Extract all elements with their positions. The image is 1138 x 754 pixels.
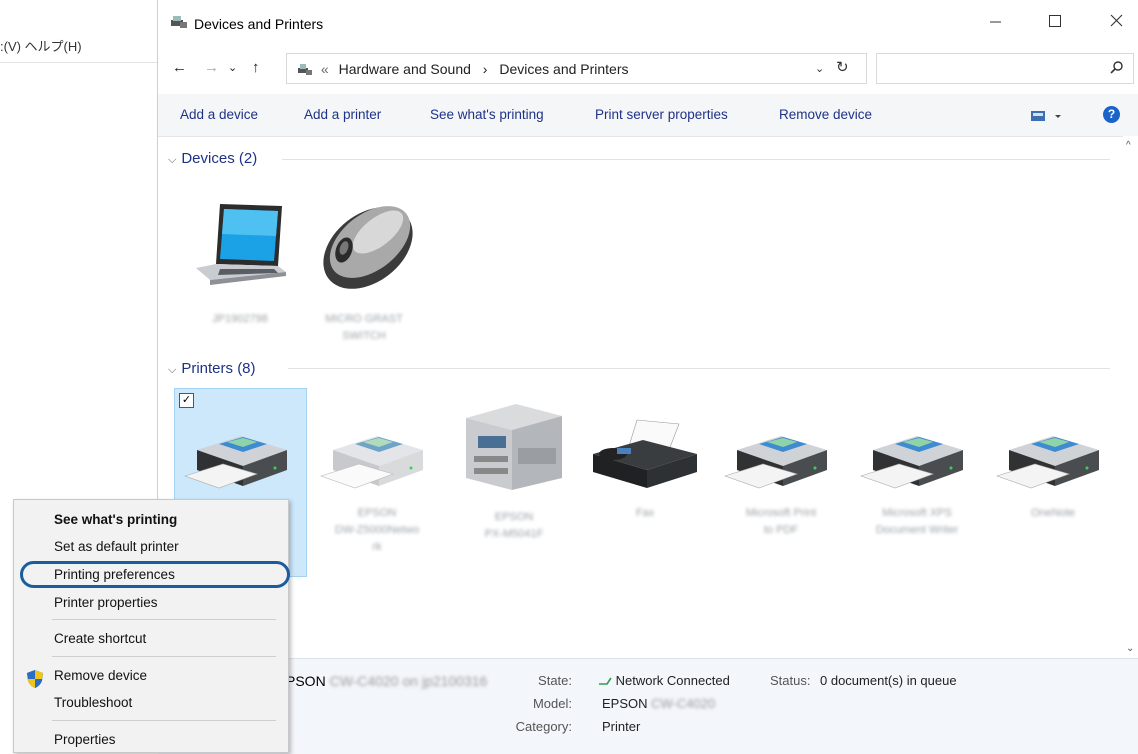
- devices-printers-icon: [171, 16, 187, 28]
- state-value: Network Connected: [598, 673, 730, 688]
- address-row: ← → ⌄ ↑ « Hardware and Sound › Devices a…: [158, 50, 1138, 86]
- fax-icon: [593, 419, 697, 488]
- chevron-down-icon: ⌵: [168, 154, 177, 166]
- printers-group-header[interactable]: ⌵ Printers (8): [168, 360, 256, 377]
- printer-item[interactable]: OneNote: [994, 414, 1112, 522]
- category-value: Printer: [602, 719, 641, 734]
- printers-group-divider: [288, 368, 1110, 369]
- printer-icon: [724, 436, 827, 489]
- search-icon: [1110, 61, 1123, 74]
- search-input[interactable]: [876, 53, 1134, 84]
- printing-preferences-highlight-ring: [20, 561, 290, 588]
- vertical-scrollbar[interactable]: ^ ⌄: [1123, 136, 1138, 658]
- menu-item-set-default-printer[interactable]: Set as default printer: [54, 539, 179, 554]
- devices-group-title: Devices (2): [181, 150, 258, 167]
- state-label: State:: [538, 673, 572, 688]
- devices-group-header[interactable]: ⌵ Devices (2): [168, 150, 257, 167]
- address-dropdown-button[interactable]: ⌄: [815, 62, 824, 75]
- menu-item-troubleshoot[interactable]: Troubleshoot: [54, 695, 132, 710]
- control-panel-icon: [298, 64, 312, 75]
- device-label: MICRO GRAST SWITCH: [325, 313, 403, 342]
- printer-label: Microsoft XPS Document Writer: [875, 507, 959, 536]
- selected-device-name: PSON CW-C4020 on jp2100316: [286, 673, 488, 689]
- uac-shield-icon: [27, 670, 43, 688]
- device-laptop[interactable]: JP1902798: [181, 196, 299, 328]
- printer-item[interactable]: Microsoft Print to PDF: [722, 414, 840, 539]
- title-bar: Devices and Printers: [158, 0, 1138, 44]
- help-button[interactable]: ?: [1103, 106, 1120, 123]
- model-label: Model:: [532, 696, 572, 711]
- minimize-icon: [990, 21, 1001, 23]
- category-label: Category:: [515, 719, 572, 734]
- printer-label: Microsoft Print to PDF: [745, 507, 817, 536]
- laptop-icon: [196, 204, 286, 285]
- devices-and-printers-window: Devices and Printers ← → ⌄ ↑ « Hardware …: [157, 0, 1138, 754]
- scroll-down-button[interactable]: ⌄: [1126, 643, 1134, 654]
- menu-item-create-shortcut[interactable]: Create shortcut: [54, 631, 146, 646]
- maximize-button[interactable]: [1040, 10, 1070, 34]
- printer-item[interactable]: EPSON DW-Z5000Netwo rk: [318, 414, 436, 556]
- printer-label: EPSON PX-M5041F: [484, 511, 544, 540]
- printer-icon: [184, 436, 287, 489]
- model-value: EPSON CW-C4020: [602, 696, 716, 711]
- command-bar: Add a device Add a printer See what's pr…: [158, 94, 1138, 137]
- printer-item[interactable]: Fax: [586, 414, 704, 522]
- printer-label: EPSON DW-Z5000Netwo rk: [334, 507, 420, 553]
- print-server-properties-button[interactable]: Print server properties: [595, 107, 728, 122]
- selection-checkbox[interactable]: ✓: [179, 393, 194, 408]
- menu-item-printer-properties[interactable]: Printer properties: [54, 595, 158, 610]
- minimize-button[interactable]: [980, 10, 1010, 34]
- printer-label: Fax: [635, 507, 655, 519]
- scroll-up-button[interactable]: ^: [1126, 140, 1131, 151]
- device-label: JP1902798: [212, 313, 268, 325]
- device-mouse[interactable]: MICRO GRAST SWITCH: [305, 188, 423, 345]
- add-printer-button[interactable]: Add a printer: [304, 107, 381, 122]
- window-title: Devices and Printers: [194, 16, 324, 32]
- up-button[interactable]: ↑: [252, 59, 260, 76]
- menu-item-properties[interactable]: Properties: [54, 732, 116, 747]
- maximize-icon: [1049, 15, 1061, 27]
- details-pane: PSON CW-C4020 on jp2100316 State: Networ…: [158, 658, 1138, 754]
- menu-separator: [52, 656, 276, 657]
- see-whats-printing-button[interactable]: See what's printing: [430, 107, 544, 122]
- printer-item[interactable]: [182, 414, 300, 505]
- printer-item[interactable]: Microsoft XPS Document Writer: [858, 414, 976, 539]
- forward-button[interactable]: →: [204, 59, 219, 76]
- close-icon: [1110, 14, 1123, 27]
- mouse-icon: [323, 206, 413, 289]
- devices-group-divider: [282, 159, 1110, 160]
- status-label: Status:: [770, 673, 811, 688]
- breadcrumb: « Hardware and Sound › Devices and Print…: [297, 61, 629, 77]
- change-view-icon[interactable]: [1030, 110, 1064, 122]
- remove-device-button[interactable]: Remove device: [779, 107, 872, 122]
- printer-icon: [320, 436, 423, 489]
- printers-group-title: Printers (8): [181, 360, 256, 377]
- status-value: 0 document(s) in queue: [820, 673, 957, 688]
- back-button[interactable]: ←: [172, 59, 187, 76]
- menu-item-see-whats-printing[interactable]: See what's printing: [54, 512, 177, 527]
- multifunction-printer-icon: [466, 404, 562, 490]
- chevron-down-icon: ⌵: [168, 364, 177, 376]
- close-button[interactable]: [1102, 10, 1132, 34]
- breadcrumb-separator[interactable]: ›: [483, 61, 488, 77]
- refresh-button[interactable]: ↻: [836, 58, 849, 76]
- menu-separator: [52, 619, 276, 620]
- printer-item[interactable]: EPSON PX-M5041F: [455, 398, 573, 543]
- add-device-button[interactable]: Add a device: [180, 107, 258, 122]
- menu-item-remove-device[interactable]: Remove device: [54, 668, 147, 683]
- breadcrumb-overflow[interactable]: «: [321, 61, 329, 77]
- background-menubar-divider: [0, 62, 157, 63]
- breadcrumb-devices-and-printers[interactable]: Devices and Printers: [499, 61, 628, 77]
- printer-icon: [996, 436, 1099, 489]
- device-list: ⌵ Devices (2) JP1902798 MICRO GRAST SWIT…: [158, 136, 1123, 658]
- menu-separator: [52, 720, 276, 721]
- network-connected-icon: [599, 677, 612, 685]
- printer-icon: [860, 436, 963, 489]
- recent-locations-button[interactable]: ⌄: [228, 61, 237, 74]
- background-menubar[interactable]: :(V) ヘルプ(H): [0, 36, 82, 55]
- address-bar[interactable]: « Hardware and Sound › Devices and Print…: [286, 53, 867, 84]
- breadcrumb-hardware-and-sound[interactable]: Hardware and Sound: [339, 61, 471, 77]
- context-menu: See what's printing Set as default print…: [13, 499, 290, 753]
- printer-label: OneNote: [1030, 507, 1076, 519]
